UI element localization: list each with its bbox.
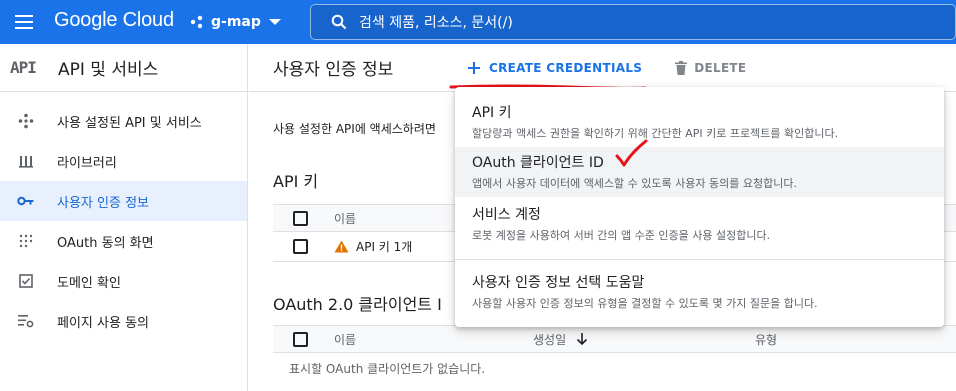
- arrow-down-icon: [576, 332, 588, 345]
- api-badge: API: [10, 58, 37, 77]
- sidebar: API API 및 서비스 사용 설정된 API 및 서비스 라이브러리 사용자…: [0, 44, 248, 391]
- sidebar-item-label: 라이브러리: [57, 155, 117, 171]
- menu-item-subtitle: 할당량과 액세스 권한을 확인하기 위해 간단한 API 키로 프로젝트를 확인…: [472, 127, 839, 140]
- page-title: 사용자 인증 정보: [273, 60, 394, 80]
- project-name: g-map: [211, 14, 261, 30]
- delete-label: DELETE: [694, 60, 747, 75]
- menu-item-title: API 키: [472, 105, 512, 121]
- sidebar-title: API 및 서비스: [58, 60, 159, 80]
- menu-item-title: 서비스 계정: [472, 207, 541, 223]
- sidebar-item-label: 페이지 사용 동의: [57, 315, 149, 331]
- api-keys-heading: API 키: [273, 172, 319, 191]
- empty-state: 표시할 OAuth 클라이언트가 없습니다.: [273, 353, 956, 383]
- dots-grid-icon: [17, 232, 35, 250]
- menu-item-subtitle: 로봇 계정을 사용하여 서버 간의 앱 수준 인증을 사용 설정합니다.: [472, 229, 771, 242]
- sidebar-item-page-usage[interactable]: 페이지 사용 동의: [0, 301, 247, 341]
- plus-icon: [468, 61, 480, 74]
- menu-item-service-account[interactable]: 서비스 계정 로봇 계정을 사용하여 서버 간의 앱 수준 인증을 사용 설정합…: [455, 197, 944, 247]
- empty-state-text: 표시할 OAuth 클라이언트가 없습니다.: [289, 361, 486, 376]
- api-key-name[interactable]: API 키 1개: [356, 238, 412, 255]
- select-all-checkbox[interactable]: [293, 331, 308, 347]
- red-checkmark-annotation: [615, 139, 648, 167]
- sidebar-item-label: 도메인 확인: [57, 275, 121, 291]
- sidebar-item-label: 사용자 인증 정보: [57, 195, 149, 211]
- sidebar-item-label: OAuth 동의 화면: [57, 235, 154, 251]
- select-all-checkbox[interactable]: [293, 210, 308, 226]
- menu-item-oauth-client-id[interactable]: OAuth 클라이언트 ID 앱에서 사용자 데이터에 액세스할 수 있도록 사…: [455, 147, 944, 197]
- column-header-created-label: 생성일: [533, 332, 567, 347]
- delete-button[interactable]: DELETE: [675, 60, 747, 75]
- sidebar-header: API API 및 서비스: [0, 44, 247, 92]
- column-header-name: 이름: [334, 211, 357, 226]
- warning-icon: [334, 240, 349, 253]
- sidebar-item-oauth-consent[interactable]: OAuth 동의 화면: [0, 221, 247, 261]
- sidebar-item-credentials[interactable]: 사용자 인증 정보: [0, 181, 247, 221]
- description-text: 사용 설정한 API에 액세스하려면: [273, 122, 436, 136]
- checkbox-icon: [17, 272, 35, 290]
- menu-divider: [455, 259, 944, 260]
- sidebar-item-library[interactable]: 라이브러리: [0, 141, 247, 181]
- key-icon: [17, 192, 35, 210]
- menu-item-title: 사용자 인증 정보 선택 도움말: [472, 275, 645, 291]
- menu-item-subtitle: 사용할 사용자 인증 정보의 유형을 결정할 수 있도록 몇 가지 질문을 합니…: [472, 297, 818, 310]
- column-header-created[interactable]: 생성일: [533, 331, 588, 348]
- column-header-type: 유형: [755, 332, 778, 347]
- project-dots-icon: [190, 15, 203, 29]
- search-icon: [331, 14, 347, 30]
- search-placeholder: 검색 제품, 리소스, 문서(/): [359, 15, 513, 31]
- create-credentials-label: CREATE CREDENTIALS: [489, 60, 643, 75]
- table-header: 이름 생성일 유형: [273, 325, 956, 353]
- menu-item-subtitle: 앱에서 사용자 데이터에 액세스할 수 있도록 사용자 동의를 요청합니다.: [472, 177, 797, 190]
- menu-item-title: OAuth 클라이언트 ID: [472, 155, 604, 171]
- menu-item-help-me-choose[interactable]: 사용자 인증 정보 선택 도움말 사용할 사용자 인증 정보의 유형을 결정할 …: [455, 267, 944, 317]
- create-credentials-menu: API 키 할당량과 액세스 권한을 확인하기 위해 간단한 API 키로 프로…: [455, 87, 944, 327]
- caret-down-icon: [268, 19, 281, 25]
- settings-list-icon: [17, 312, 35, 330]
- project-selector[interactable]: g-map: [190, 8, 281, 36]
- column-header-name: 이름: [334, 332, 357, 347]
- hamburger-menu-icon[interactable]: [14, 12, 34, 32]
- library-icon: [17, 152, 35, 170]
- sidebar-item-enabled-apis[interactable]: 사용 설정된 API 및 서비스: [0, 101, 247, 141]
- sidebar-item-label: 사용 설정된 API 및 서비스: [57, 115, 202, 131]
- oauth-clients-heading: OAuth 2.0 클라이언트 I: [273, 295, 442, 314]
- row-checkbox[interactable]: [293, 239, 308, 254]
- google-cloud-logo[interactable]: Google Cloud: [54, 9, 174, 32]
- create-credentials-button[interactable]: CREATE CREDENTIALS: [467, 61, 642, 75]
- search-input[interactable]: 검색 제품, 리소스, 문서(/): [310, 4, 956, 40]
- trash-icon: [675, 60, 688, 75]
- diamond-icon: [17, 112, 35, 130]
- sidebar-item-domain-verification[interactable]: 도메인 확인: [0, 261, 247, 301]
- oauth-clients-table: 이름 생성일 유형 표시할 OAuth 클라이언트가 없습니다.: [273, 325, 956, 383]
- menu-item-api-key[interactable]: API 키 할당량과 액세스 권한을 확인하기 위해 간단한 API 키로 프로…: [455, 97, 944, 147]
- top-app-bar: Google Cloud g-map 검색 제품, 리소스, 문서(/): [0, 0, 956, 44]
